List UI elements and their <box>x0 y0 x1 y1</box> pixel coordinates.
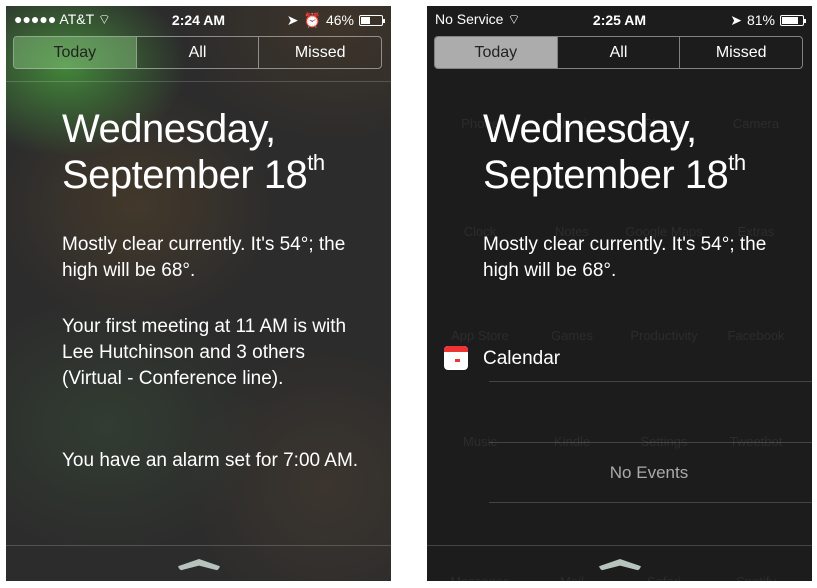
location-arrow-icon: ➤ <box>730 11 742 28</box>
calendar-section-title: Calendar <box>483 348 561 369</box>
notification-center-right: Phone Calendar Photos Camera Clock Notes Googl… <box>427 6 812 581</box>
calendar-app-icon <box>444 346 468 370</box>
divider <box>489 442 812 443</box>
battery-percent: 81% <box>746 12 775 28</box>
background-app-label: Games <box>551 328 593 343</box>
tab-all[interactable]: All <box>135 37 259 68</box>
alarm-summary: You have an alarm set for 7:00 AM. <box>62 450 359 471</box>
wifi-icon: ⌔ <box>507 11 521 27</box>
weather-summary: Mostly clear currently. It's 54°; the hi… <box>483 234 767 281</box>
battery-percent: 46% <box>325 12 354 28</box>
meeting-summary: Your first meeting at 11 AM is with Lee … <box>62 316 347 389</box>
grabber-handle[interactable] <box>178 559 220 571</box>
location-arrow-icon: ➤ <box>286 11 299 28</box>
background-app-label: Facebook <box>727 328 785 343</box>
no-events-label: No Events <box>609 463 689 482</box>
background-app-label: Safari <box>619 574 709 581</box>
notification-center-left: ●●●●● AT&T ⌔ 2:24 AM ➤ ⏰ 46% Today All Mis… <box>6 6 391 581</box>
wifi-icon: ⌔ <box>97 11 111 27</box>
tab-all[interactable]: All <box>556 37 680 68</box>
tab-today[interactable]: Today <box>14 37 136 68</box>
divider <box>427 545 812 546</box>
segmented-control: Today All Missed <box>13 36 382 69</box>
tab-today[interactable]: Today <box>435 37 557 68</box>
status-bar: No Service ⌔ 2:25 AM ➤ 81% <box>427 10 812 30</box>
date-heading: Wednesday, September 18th <box>483 107 746 197</box>
date-heading: Wednesday, September 18th <box>62 107 325 197</box>
segmented-control: Today All Missed <box>434 36 803 69</box>
weather-summary: Mostly clear currently. It's 54°; the hi… <box>62 234 346 281</box>
alarm-clock-icon: ⏰ <box>303 11 321 28</box>
background-app-label: Messages <box>435 574 525 581</box>
background-app-label: Productivity <box>630 328 698 343</box>
grabber-handle[interactable] <box>599 559 641 571</box>
background-app-label: Mail <box>527 574 617 581</box>
tab-missed[interactable]: Missed <box>258 37 381 68</box>
battery-icon <box>780 14 806 26</box>
divider <box>6 81 391 82</box>
divider <box>489 502 812 503</box>
carrier: ●●●●● AT&T ⌔ <box>14 11 111 27</box>
divider <box>6 545 391 546</box>
battery-icon <box>359 14 385 26</box>
background-app-label: Spotify <box>711 574 801 581</box>
carrier: No Service ⌔ <box>435 11 521 27</box>
background-app-label: App Store <box>451 328 509 343</box>
status-bar: ●●●●● AT&T ⌔ 2:24 AM ➤ ⏰ 46% <box>6 10 391 30</box>
divider <box>489 381 812 382</box>
tab-missed[interactable]: Missed <box>679 37 802 68</box>
